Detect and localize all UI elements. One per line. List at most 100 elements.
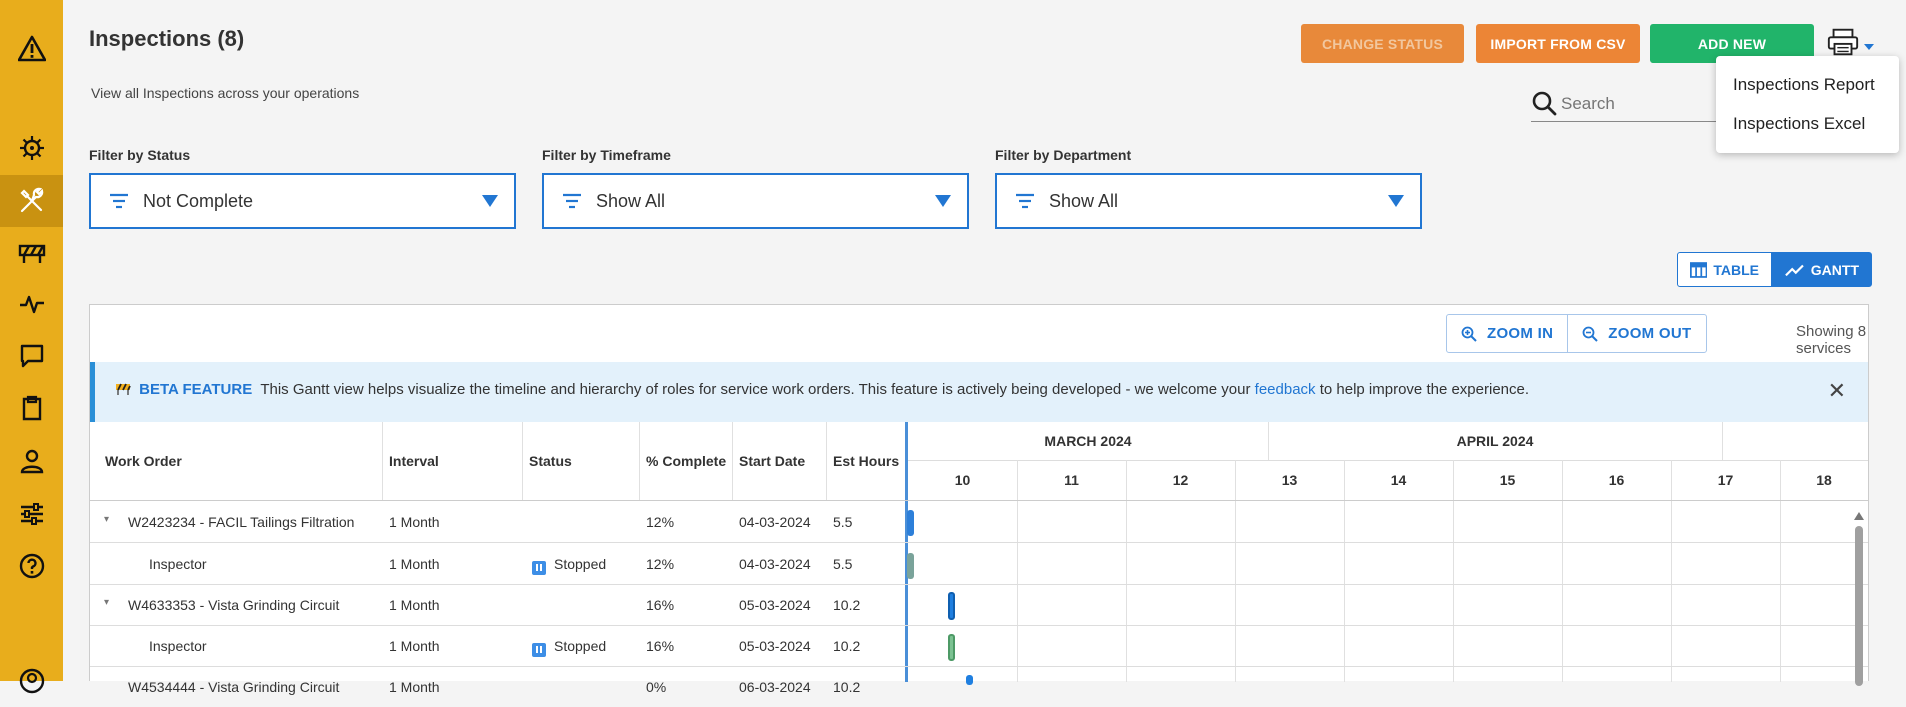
month-label: APRIL 2024 xyxy=(1456,433,1534,449)
dropdown-arrow-icon xyxy=(1388,195,1404,207)
department-filter-select[interactable]: Show All xyxy=(995,173,1422,229)
timeframe-filter-select[interactable]: Show All xyxy=(542,173,969,229)
gantt-panel: ZOOM IN ZOOM OUT Showing 8 services BETA… xyxy=(89,304,1869,695)
scrollbar-thumb[interactable] xyxy=(1855,526,1863,686)
zoom-controls: ZOOM IN ZOOM OUT xyxy=(1446,314,1707,353)
start-date: 04-03-2024 xyxy=(739,514,811,530)
zoom-out-icon xyxy=(1582,326,1598,342)
pause-icon xyxy=(532,560,546,575)
table-icon xyxy=(1690,261,1708,278)
gantt-bar[interactable] xyxy=(948,592,955,620)
percent-complete: 16% xyxy=(646,597,675,613)
interval: 1 Month xyxy=(389,679,440,695)
percent-complete: 12% xyxy=(646,556,675,572)
column-header-status[interactable]: Status xyxy=(529,422,572,500)
zoom-in-label: ZOOM IN xyxy=(1487,325,1554,342)
tools-icon[interactable] xyxy=(0,175,63,227)
search-icon xyxy=(1532,91,1557,116)
sidebar xyxy=(0,0,63,694)
help-icon[interactable] xyxy=(0,540,63,592)
zoom-in-button[interactable]: ZOOM IN xyxy=(1447,315,1567,352)
column-header-start-date[interactable]: Start Date xyxy=(739,422,805,500)
feedback-link[interactable]: feedback xyxy=(1255,381,1316,398)
gantt-bar[interactable] xyxy=(907,553,914,579)
zoom-out-label: ZOOM OUT xyxy=(1608,325,1692,342)
main-content: Inspections (8) View all Inspections acr… xyxy=(63,0,1906,695)
est-hours: 10.2 xyxy=(833,597,861,613)
barrier-icon[interactable] xyxy=(0,227,63,279)
gantt-view-button[interactable]: GANTT xyxy=(1772,252,1872,287)
import-csv-button[interactable]: IMPORT FROM CSV xyxy=(1476,24,1640,63)
virus-icon[interactable] xyxy=(0,122,63,174)
search-box[interactable] xyxy=(1531,88,1741,122)
change-status-button[interactable]: CHANGE STATUS xyxy=(1301,24,1464,63)
print-menu-button[interactable] xyxy=(1826,24,1874,60)
percent-complete: 0% xyxy=(646,679,667,695)
menu-item-inspections-excel[interactable]: Inspections Excel xyxy=(1733,114,1865,134)
page-title: Inspections (8) xyxy=(89,26,245,51)
start-date: 06-03-2024 xyxy=(739,679,811,695)
status-filter-label: Filter by Status xyxy=(89,147,191,163)
scrollbar[interactable] xyxy=(1853,506,1865,686)
column-header-est-hours[interactable]: Est Hours xyxy=(833,422,899,500)
day-label: 13 xyxy=(1281,472,1298,488)
user-icon[interactable] xyxy=(0,435,63,487)
column-header-complete[interactable]: % Complete xyxy=(646,422,726,500)
warning-icon[interactable] xyxy=(0,23,63,75)
status-badge: Stopped xyxy=(532,638,606,657)
beta-text: This Gantt view helps visualize the time… xyxy=(260,381,1251,398)
table-view-button[interactable]: TABLE xyxy=(1677,252,1772,287)
day-label: 12 xyxy=(1172,472,1189,488)
sliders-icon[interactable] xyxy=(0,488,63,540)
filter-icon xyxy=(563,193,581,209)
day-label: 10 xyxy=(954,472,971,488)
account-icon[interactable] xyxy=(0,655,63,707)
role-name: Inspector xyxy=(149,556,207,572)
timeframe-filter-label: Filter by Timeframe xyxy=(542,147,671,163)
gantt-bar[interactable] xyxy=(948,634,955,661)
column-header-work-order[interactable]: Work Order xyxy=(105,422,182,500)
column-header-interval[interactable]: Interval xyxy=(389,422,439,500)
chevron-down-icon xyxy=(1864,44,1874,50)
pulse-icon[interactable] xyxy=(0,278,63,330)
beta-text-after: to help improve the experience. xyxy=(1319,381,1530,398)
pause-icon xyxy=(532,642,546,657)
day-label: 11 xyxy=(1064,472,1079,488)
status-badge: Stopped xyxy=(532,556,606,575)
collapse-chevron-icon[interactable]: ▾ xyxy=(104,597,109,608)
interval: 1 Month xyxy=(389,556,440,572)
filter-icon xyxy=(110,193,128,209)
zoom-out-button[interactable]: ZOOM OUT xyxy=(1567,315,1705,352)
percent-complete: 16% xyxy=(646,638,675,654)
status-filter-select[interactable]: Not Complete xyxy=(89,173,516,229)
scroll-up-icon[interactable] xyxy=(1854,512,1864,520)
close-icon[interactable]: ✕ xyxy=(1828,380,1846,402)
day-label: 16 xyxy=(1608,472,1625,488)
chat-icon[interactable] xyxy=(0,330,63,382)
interval: 1 Month xyxy=(389,597,440,613)
gantt-bar[interactable] xyxy=(966,675,973,685)
day-label: 18 xyxy=(1816,472,1832,488)
gantt-view-label: GANTT xyxy=(1810,261,1859,278)
page-subtitle: View all Inspections across your operati… xyxy=(91,85,360,101)
month-label: MARCH 2024 xyxy=(1044,433,1132,449)
clipboard-icon[interactable] xyxy=(0,382,63,434)
percent-complete: 12% xyxy=(646,514,675,530)
est-hours: 5.5 xyxy=(833,556,853,572)
print-dropdown-menu: Inspections Report Inspections Excel xyxy=(1716,56,1899,153)
start-date: 05-03-2024 xyxy=(739,597,811,613)
collapse-chevron-icon[interactable]: ▾ xyxy=(104,514,109,525)
filter-icon xyxy=(1016,193,1034,209)
est-hours: 10.2 xyxy=(833,679,861,695)
start-date: 04-03-2024 xyxy=(739,556,811,572)
view-toggle: TABLE GANTT xyxy=(1677,252,1872,287)
gantt-bar[interactable] xyxy=(907,510,914,536)
service-count: Showing 8 services xyxy=(1796,323,1867,357)
menu-item-inspections-report[interactable]: Inspections Report xyxy=(1733,75,1875,95)
status-filter-value: Not Complete xyxy=(143,191,254,211)
department-filter-value: Show All xyxy=(1049,191,1119,211)
beta-tag: BETA FEATURE xyxy=(139,381,253,398)
table-view-label: TABLE xyxy=(1713,261,1759,278)
search-input[interactable] xyxy=(1561,94,1731,114)
printer-icon xyxy=(1827,28,1859,56)
